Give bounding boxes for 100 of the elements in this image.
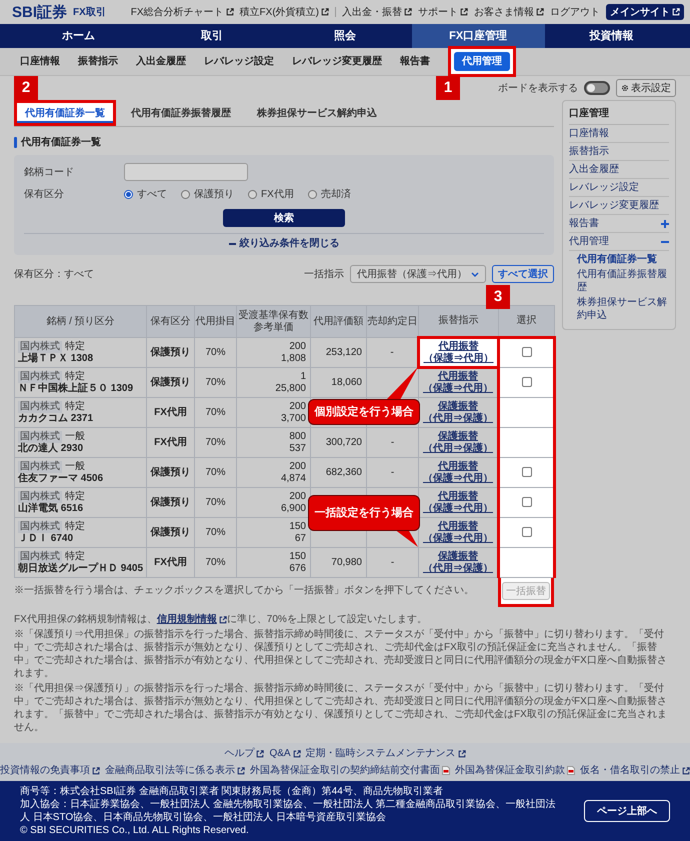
checkbox[interactable] (522, 526, 532, 537)
tab[interactable]: 株券担保サービス解約申込 (246, 100, 388, 126)
external-link-icon (404, 8, 412, 16)
nav-tab[interactable]: ホーム (12, 24, 146, 48)
sidebar-title: 口座管理 (569, 106, 669, 125)
display-settings-button[interactable]: 表示設定 (616, 79, 676, 97)
header-link[interactable]: FX総合分析チャート (130, 4, 234, 20)
table-cell: 200 (289, 340, 306, 352)
tab[interactable]: 代用有価証券振替履歴 (120, 100, 242, 126)
table-cell: 18,060 (310, 368, 366, 398)
footer-link[interactable]: 金融商品取引法等に係る表示 (105, 763, 245, 778)
column-header: 選択 (498, 306, 554, 338)
page-top-button[interactable]: ページ上部へ (584, 800, 670, 822)
header-link[interactable]: 入出金・振替 (342, 4, 412, 20)
subnav-tab[interactable]: レバレッジ変更履歴 (292, 54, 382, 69)
footer-link[interactable]: 仮名・借名取引の禁止 (580, 763, 690, 778)
toggle-switch[interactable] (584, 81, 610, 95)
external-link-icon (682, 766, 690, 774)
radio-button[interactable] (181, 190, 190, 198)
table-cell: 70% (194, 338, 236, 368)
sidebar-link[interactable]: 口座情報 (569, 126, 609, 141)
sidebar-link[interactable]: 報告書 (569, 216, 599, 231)
sidebar-link[interactable]: 入出金履歴 (569, 162, 619, 177)
category-tag: 国内株式 (18, 520, 62, 532)
table-cell: 253,120 (310, 338, 366, 368)
sidebar-link[interactable]: 代用管理 (569, 234, 609, 249)
search-button[interactable]: 検索 (223, 209, 345, 227)
account-type: 特定 (65, 370, 85, 382)
collapse-link[interactable]: 絞り込み条件を閉じる (228, 236, 340, 251)
nav-tab[interactable]: FX口座管理 (412, 24, 545, 48)
footer-text: © SBI SECURITIES Co., Ltd. ALL Rights Reserved. (20, 824, 250, 837)
field-label: 保有区分 (24, 188, 65, 202)
step-marker: 3 (486, 285, 510, 309)
security-name: 上場ＴＰＸ 1308 (18, 352, 94, 364)
radio-button[interactable] (308, 190, 317, 198)
tab[interactable]: 代用有価証券一覧 (14, 100, 116, 126)
table-cell: 70% (194, 458, 236, 488)
table-cell: 200 (289, 460, 306, 472)
column-header: 受渡基準保有数 参考単価 (236, 306, 310, 338)
header-link[interactable]: お客さま情報 (474, 4, 544, 20)
security-name: ＪＤＩ 6740 (18, 532, 74, 544)
external-link-icon (460, 8, 468, 16)
subnav-tab[interactable]: レバレッジ設定 (204, 54, 274, 69)
table-cell: FX代用 (146, 398, 194, 428)
footer-link[interactable]: 外国為替保証金取引約款 (455, 763, 575, 778)
column-header: 売却約定日 (366, 306, 418, 338)
table-cell: 保護預り (146, 488, 194, 518)
checkbox[interactable] (522, 496, 532, 507)
subnav-tab[interactable]: 入出金履歴 (136, 54, 186, 69)
sidebar-link[interactable]: 振替指示 (569, 144, 609, 159)
subnav-tab[interactable]: 代用管理 (454, 52, 510, 71)
note-text: FX代用担保の銘柄規制情報は、信用規制情報 に準じ、70%を上限として設定いたします。 (14, 613, 428, 626)
external-link-icon (536, 8, 544, 16)
subnav-tab[interactable]: 口座情報 (20, 54, 60, 69)
nav-tab[interactable]: 投資情報 (544, 24, 678, 48)
external-link-icon (237, 766, 245, 774)
checkbox[interactable] (522, 376, 532, 387)
footer-link[interactable]: 外国為替保証金取引の契約締結前交付書面 (250, 763, 450, 778)
header-link[interactable]: 積立FX(外貨積立) (240, 4, 329, 20)
subnav-tab[interactable]: 振替指示 (78, 54, 118, 69)
account-type: 一般 (65, 460, 85, 472)
regulation-link[interactable]: 信用規制情報 (156, 613, 227, 626)
code-field[interactable] (124, 163, 248, 181)
table-cell: 70% (194, 398, 236, 428)
category-tag: 国内株式 (18, 370, 62, 382)
main-site-button[interactable]: メインサイト (606, 4, 684, 20)
table-cell: 150 (289, 550, 306, 562)
header-link[interactable]: ログアウト (550, 4, 600, 20)
bulk-label: 一括指示 (304, 268, 344, 282)
sidebar-sublink[interactable]: 代用有価証券振替履歴 (577, 268, 669, 294)
table-cell: 保護預り (146, 518, 194, 548)
sidebar-sublink[interactable]: 代用有価証券一覧 (577, 253, 669, 266)
radio-button[interactable] (248, 190, 257, 198)
category-tag: 国内株式 (18, 490, 62, 502)
bulk-select[interactable]: 代用振替（保護⇒代用） (350, 265, 486, 283)
footer-text: 商号等：株式会社SBI証券 金融商品取引業者 関東財務局長（金商）第44号、商品先物取引業者 (20, 785, 444, 798)
external-link-icon (672, 8, 680, 16)
table-cell: 70% (194, 428, 236, 458)
footer-link[interactable]: ヘルプ (224, 746, 264, 761)
table-cell: - (366, 428, 418, 458)
minus-icon (228, 242, 236, 244)
select-all-button[interactable]: すべて選択 (492, 265, 554, 283)
nav-tab[interactable]: 照会 (278, 24, 412, 48)
checkbox[interactable] (522, 347, 532, 358)
footer-link[interactable]: Q&A (269, 746, 301, 761)
category-tag: 国内株式 (18, 460, 62, 472)
sidebar-link[interactable]: レバレッジ設定 (569, 180, 639, 195)
table-cell: 67 (294, 532, 306, 544)
security-name: カカクコム 2371 (18, 412, 94, 424)
category-tag: 国内株式 (18, 400, 62, 412)
header-link[interactable]: サポート (418, 4, 468, 20)
nav-tab[interactable]: 取引 (145, 24, 278, 48)
checkbox[interactable] (522, 466, 532, 477)
footer-link[interactable]: 投資情報の免責事項 (0, 763, 100, 778)
subnav-tab[interactable]: 報告書 (400, 54, 430, 69)
sidebar-sublink[interactable]: 株券担保サービス解約申込 (577, 296, 669, 322)
radio-button[interactable] (124, 190, 133, 198)
sidebar-link[interactable]: レバレッジ変更履歴 (569, 198, 659, 213)
footer-link[interactable]: 定期・臨時システムメンテナンス (306, 746, 466, 761)
filter-summary: 保有区分：すべて (14, 268, 94, 282)
